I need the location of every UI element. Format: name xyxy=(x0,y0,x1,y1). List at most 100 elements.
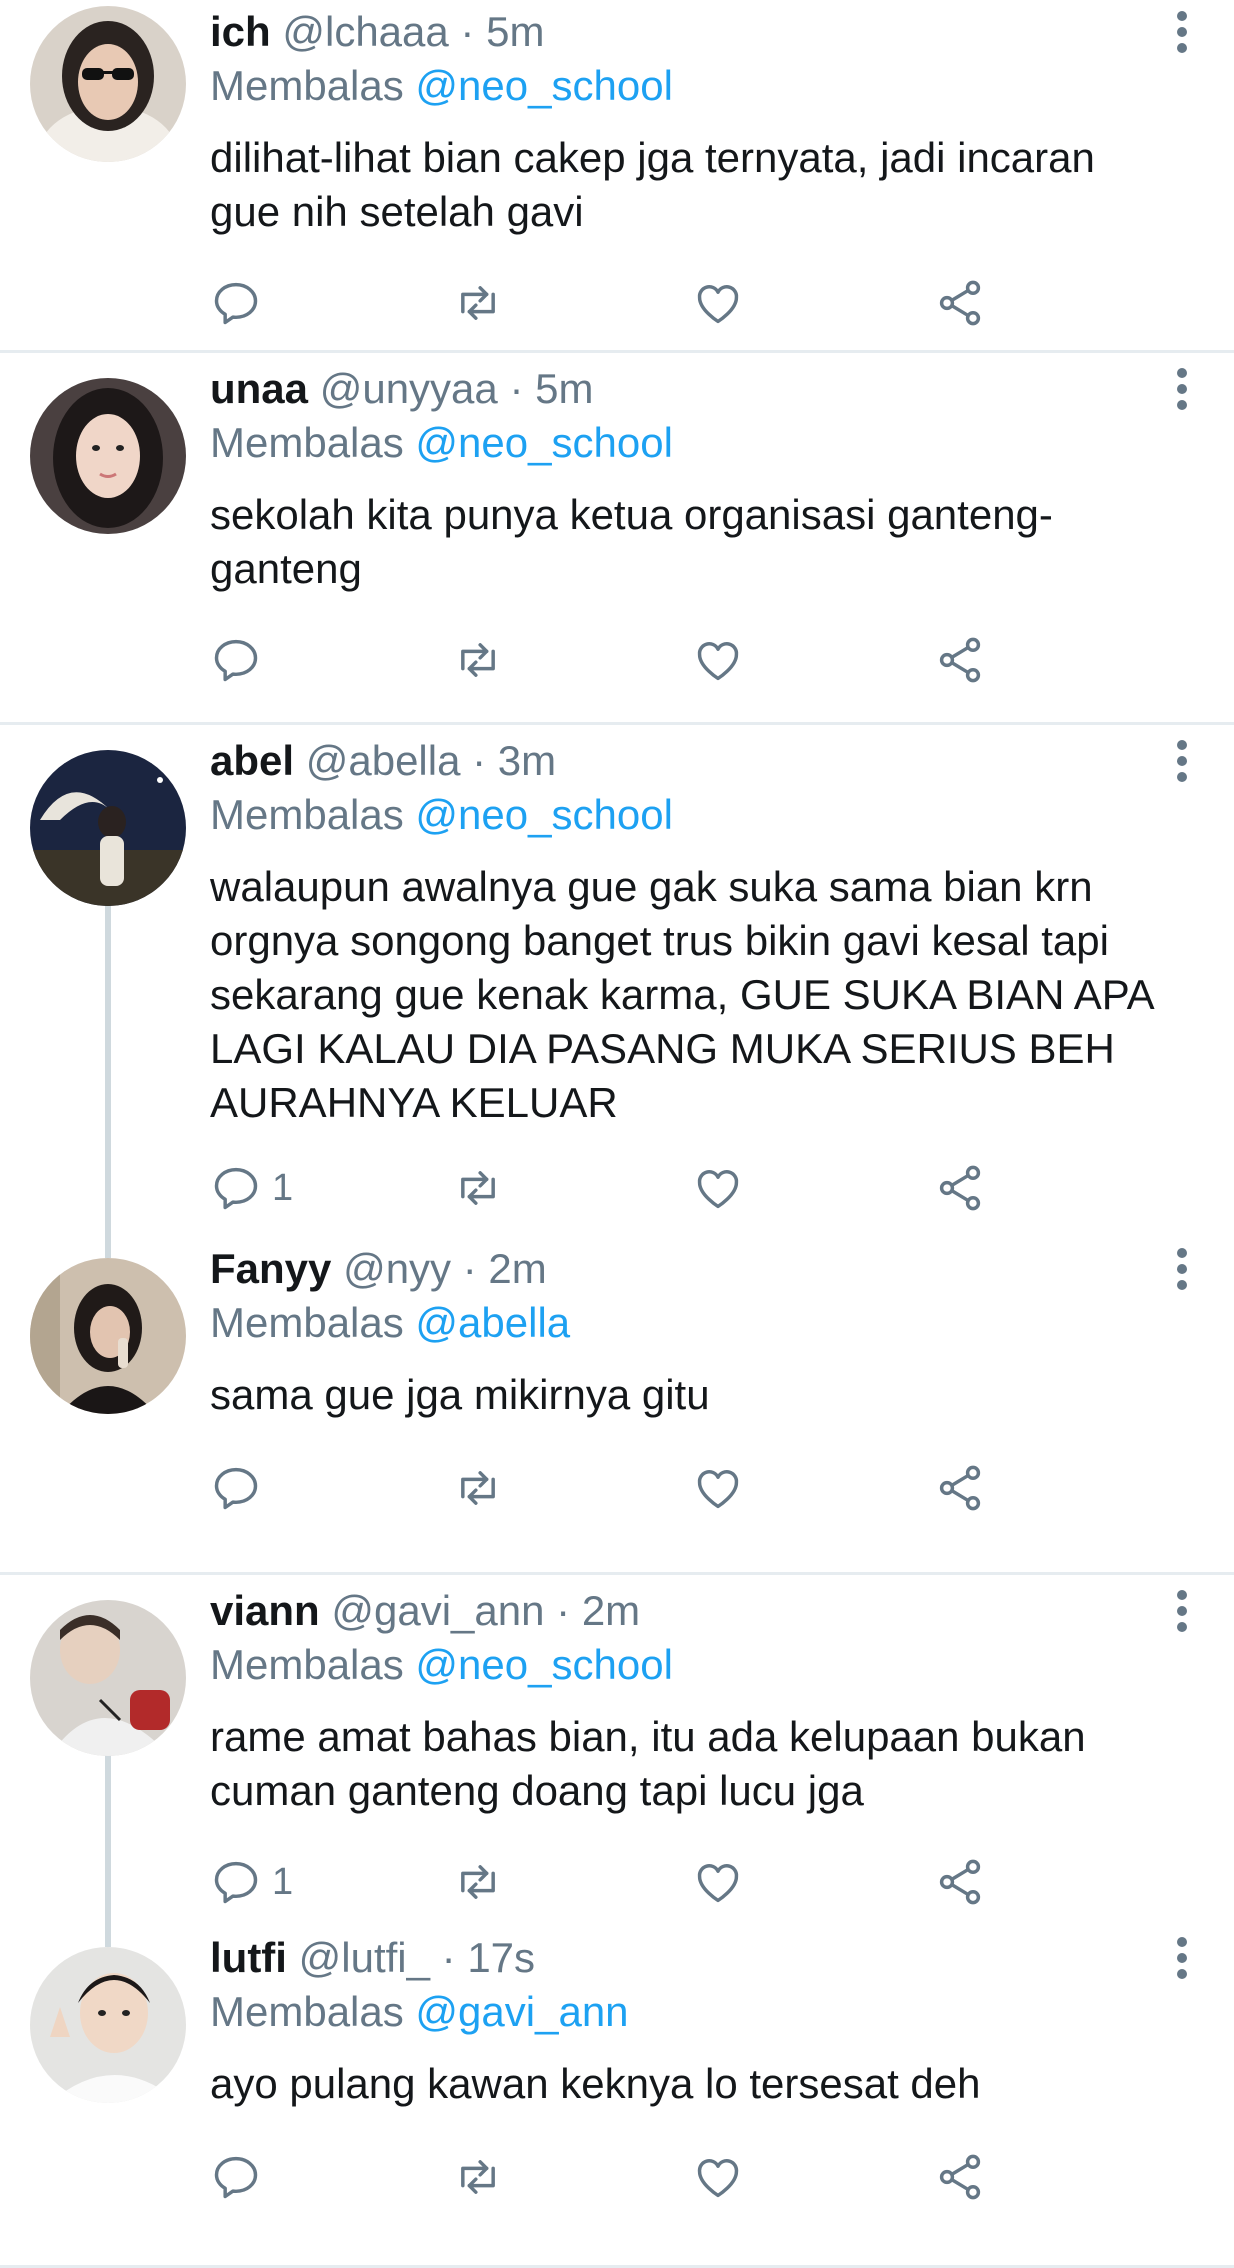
handle-time: @nyy · 2m xyxy=(343,1245,547,1292)
reply-button[interactable] xyxy=(210,630,272,690)
more-options-button[interactable] xyxy=(1170,1583,1194,1639)
avatar[interactable] xyxy=(30,750,186,906)
more-options-button[interactable] xyxy=(1170,1241,1194,1297)
avatar[interactable] xyxy=(30,1258,186,1414)
reply-icon xyxy=(214,639,258,682)
more-options-button[interactable] xyxy=(1170,733,1194,789)
display-name[interactable]: viann xyxy=(210,1587,320,1634)
tweet-header: ich @lchaaa · 5m xyxy=(210,4,1124,60)
retweet-button[interactable] xyxy=(452,1158,504,1218)
share-icon xyxy=(939,1165,981,1211)
reply-button[interactable] xyxy=(210,2147,272,2207)
more-vertical-icon xyxy=(1177,1248,1187,1290)
avatar[interactable] xyxy=(30,1600,186,1756)
replying-to-label: Membalas xyxy=(210,791,404,838)
retweet-icon xyxy=(461,1865,495,1899)
action-bar xyxy=(210,2147,1110,2207)
display-name[interactable]: abel xyxy=(210,737,294,784)
heart-icon xyxy=(697,2159,739,2198)
retweet-button[interactable] xyxy=(452,1852,504,1912)
handle-time: @unyyaa · 5m xyxy=(319,365,594,412)
mention-link[interactable]: @gavi_ann xyxy=(415,1988,628,2035)
reply-button[interactable]: 1 xyxy=(210,1852,293,1912)
mention-link[interactable]: @abella xyxy=(415,1299,570,1346)
more-vertical-icon xyxy=(1177,740,1187,782)
tweet-header: unaa @unyyaa · 5m xyxy=(210,361,1124,417)
more-vertical-icon xyxy=(1177,1590,1187,1632)
like-button[interactable] xyxy=(692,1158,744,1218)
more-options-button[interactable] xyxy=(1170,4,1194,60)
avatar[interactable] xyxy=(30,6,186,162)
reply-count: 1 xyxy=(272,1860,294,1903)
heart-icon xyxy=(697,285,739,324)
share-icon xyxy=(939,1465,981,1511)
retweet-icon xyxy=(461,286,495,320)
reply-button[interactable]: 1 xyxy=(210,1158,293,1218)
handle-time: @abella · 3m xyxy=(305,737,557,784)
tweet[interactable]: unaa @unyyaa · 5m Membalas @neo_school s… xyxy=(0,353,1234,725)
retweet-icon xyxy=(461,643,495,677)
reply-button[interactable] xyxy=(210,273,272,333)
replying-to-label: Membalas xyxy=(210,1299,404,1346)
thread-line xyxy=(105,905,111,1258)
tweet-text: rame amat bahas bian, itu ada kelupaan b… xyxy=(210,1713,1086,1814)
like-button[interactable] xyxy=(692,2147,744,2207)
tweet[interactable]: viann @gavi_ann · 2m Membalas @neo_schoo… xyxy=(0,1575,1234,1947)
replying-to: Membalas @neo_school xyxy=(210,415,673,471)
mention-link[interactable]: @neo_school xyxy=(415,419,672,466)
tweet[interactable]: Fanyy @nyy · 2m Membalas @abella sama gu… xyxy=(0,1245,1234,1575)
heart-icon xyxy=(697,1470,739,1509)
avatar[interactable] xyxy=(30,1947,186,2103)
display-name[interactable]: unaa xyxy=(210,365,308,412)
handle-time: @lchaaa · 5m xyxy=(282,8,545,55)
share-button[interactable] xyxy=(934,1852,986,1912)
tweet[interactable]: ich @lchaaa · 5m Membalas @neo_school di… xyxy=(0,0,1234,353)
retweet-button[interactable] xyxy=(452,273,504,333)
mention-link[interactable]: @neo_school xyxy=(415,1641,672,1688)
tweet-header: lutfi @lutfi_ · 17s xyxy=(210,1930,1124,1986)
tweet-header: abel @abella · 3m xyxy=(210,733,1124,789)
tweet-text: sama gue jga mikirnya gitu xyxy=(210,1371,710,1418)
retweet-button[interactable] xyxy=(452,630,504,690)
mention-link[interactable]: @neo_school xyxy=(415,62,672,109)
tweet-text: sekolah kita punya ketua organisasi gant… xyxy=(210,491,1053,592)
share-icon xyxy=(939,2154,981,2200)
replying-to: Membalas @neo_school xyxy=(210,58,673,114)
reply-icon xyxy=(214,1861,258,1904)
reply-button[interactable] xyxy=(210,1458,272,1518)
like-button[interactable] xyxy=(692,1852,744,1912)
share-button[interactable] xyxy=(934,630,986,690)
replying-to-label: Membalas xyxy=(210,1988,404,2035)
reply-count: 1 xyxy=(272,1166,294,1209)
reply-icon xyxy=(214,1467,258,1510)
retweet-button[interactable] xyxy=(452,2147,504,2207)
mention-link[interactable]: @neo_school xyxy=(415,791,672,838)
action-bar: 1 xyxy=(210,1158,1110,1218)
tweet-header: viann @gavi_ann · 2m xyxy=(210,1583,1124,1639)
display-name[interactable]: Fanyy xyxy=(210,1245,331,1292)
share-icon xyxy=(939,1859,981,1905)
more-options-button[interactable] xyxy=(1170,361,1194,417)
like-button[interactable] xyxy=(692,630,744,690)
replying-to-label: Membalas xyxy=(210,1641,404,1688)
reply-icon xyxy=(214,282,258,325)
share-button[interactable] xyxy=(934,1158,986,1218)
reply-feed: ich @lchaaa · 5m Membalas @neo_school di… xyxy=(0,0,1234,2268)
action-bar: 1 xyxy=(210,1852,1110,1912)
display-name[interactable]: ich xyxy=(210,8,271,55)
avatar[interactable] xyxy=(30,378,186,534)
share-button[interactable] xyxy=(934,1458,986,1518)
tweet[interactable]: lutfi @lutfi_ · 17s Membalas @gavi_ann a… xyxy=(0,1934,1234,2268)
more-vertical-icon xyxy=(1177,1937,1187,1979)
like-button[interactable] xyxy=(692,273,744,333)
tweet[interactable]: abel @abella · 3m Membalas @neo_school w… xyxy=(0,725,1234,1258)
like-button[interactable] xyxy=(692,1458,744,1518)
tweet-header: Fanyy @nyy · 2m xyxy=(210,1241,1124,1297)
more-options-button[interactable] xyxy=(1170,1930,1194,1986)
display-name[interactable]: lutfi xyxy=(210,1934,287,1981)
share-button[interactable] xyxy=(934,2147,986,2207)
retweet-button[interactable] xyxy=(452,1458,504,1518)
replying-to-label: Membalas xyxy=(210,62,404,109)
replying-to-label: Membalas xyxy=(210,419,404,466)
share-button[interactable] xyxy=(934,273,986,333)
